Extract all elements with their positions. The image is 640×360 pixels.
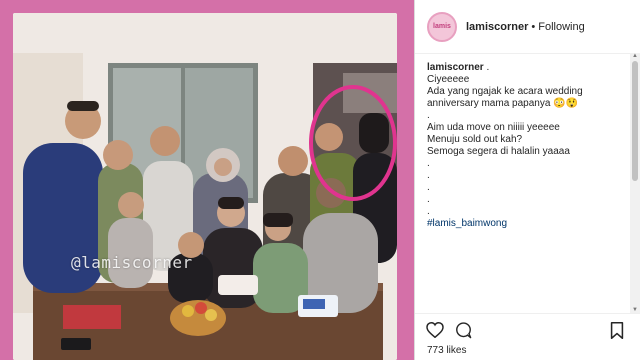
scroll-up-arrow-icon[interactable]: ▲ — [631, 53, 639, 59]
header-separator: • — [531, 20, 536, 33]
caption-line: . — [427, 110, 430, 121]
caption-username[interactable]: lamiscorner — [427, 62, 484, 73]
caption-line: Ada yang ngajak ke acara wedding — [427, 86, 583, 97]
caption-line: anniversary mama papanya 😳😲 — [427, 98, 579, 109]
caption-line: Semoga segera di halalin yaaaa — [427, 146, 570, 157]
caption: lamiscorner . Ciyeeeee Ada yang ngajak k… — [427, 62, 627, 230]
header-username[interactable]: lamiscorner — [466, 21, 528, 33]
following-status[interactable]: Following — [538, 21, 584, 33]
avatar[interactable]: lamis — [427, 11, 457, 42]
header-text: lamiscorner • Following — [466, 21, 585, 33]
post-photo[interactable]: @lamiscorner — [13, 13, 397, 360]
caption-line: . — [427, 206, 430, 217]
group-photo-illustration — [13, 13, 397, 360]
caption-scrollbar[interactable]: ▲ ▼ — [630, 53, 640, 313]
caption-line: . — [427, 182, 430, 193]
watermark: @lamiscorner — [71, 253, 193, 272]
caption-line: . — [427, 194, 430, 205]
bookmark-icon[interactable] — [607, 320, 627, 340]
likes-count[interactable]: 773 likes — [427, 345, 466, 356]
caption-line: Ciyeeeee — [427, 74, 470, 85]
post-image-frame: @lamiscorner — [0, 0, 414, 360]
caption-line: . — [427, 170, 430, 181]
caption-line: Aim uda move on niiiii yeeeee — [427, 122, 560, 133]
scrollbar-thumb[interactable] — [632, 61, 638, 181]
heart-icon[interactable] — [425, 320, 445, 340]
caption-line: . — [427, 158, 430, 169]
post-side-panel: lamis lamiscorner • Following lamiscorner … — [414, 0, 640, 360]
caption-line: Menuju sold out kah? — [427, 134, 523, 145]
comment-icon[interactable] — [453, 320, 473, 340]
post-actions: 773 likes — [415, 313, 640, 360]
post-header: lamis lamiscorner • Following — [415, 0, 640, 54]
hashtag-link[interactable]: #lamis_baimwong — [427, 218, 627, 230]
caption-username-suffix: . — [483, 62, 490, 73]
